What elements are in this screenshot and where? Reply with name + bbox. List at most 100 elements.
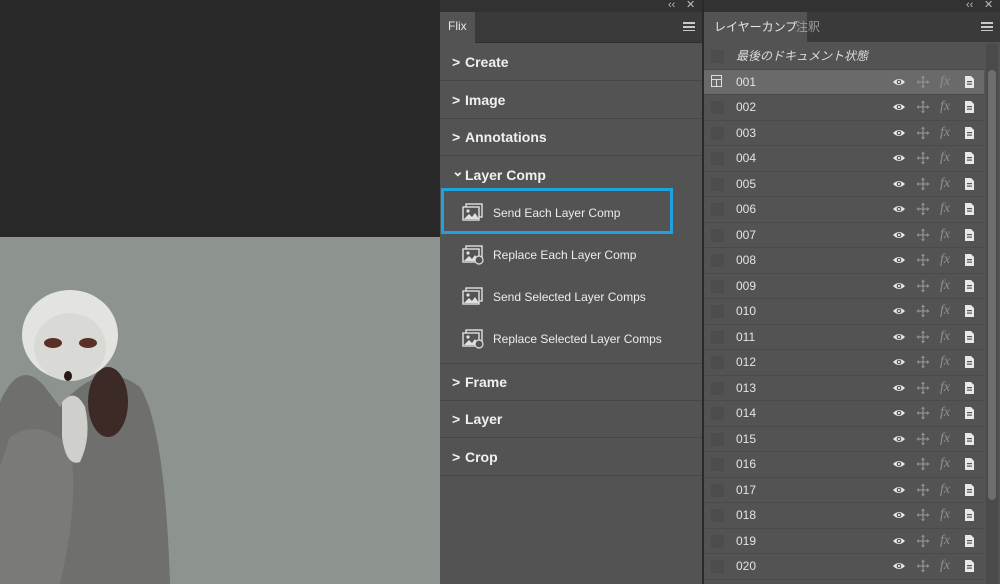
fx-icon[interactable]: fx xyxy=(940,456,954,471)
apply-checkbox[interactable] xyxy=(711,458,724,471)
layer-comp-row[interactable]: 012 fx xyxy=(704,350,984,376)
appearance-icon[interactable] xyxy=(962,177,976,191)
layer-comp-row[interactable]: 007 fx xyxy=(704,223,984,248)
eye-icon[interactable] xyxy=(892,534,906,548)
apply-checkbox[interactable] xyxy=(711,101,724,114)
layer-comp-row[interactable]: 017 fx xyxy=(704,478,984,503)
appearance-icon[interactable] xyxy=(962,304,976,318)
move-icon[interactable] xyxy=(916,304,930,318)
eye-icon[interactable] xyxy=(892,253,906,267)
section-frame[interactable]: > Frame xyxy=(440,363,702,401)
appearance-icon[interactable] xyxy=(962,100,976,114)
eye-icon[interactable] xyxy=(892,559,906,573)
apply-checkbox[interactable] xyxy=(711,177,724,191)
fx-icon[interactable]: fx xyxy=(940,558,954,573)
appearance-icon[interactable] xyxy=(962,508,976,522)
layer-comp-row[interactable]: 015 fx xyxy=(704,427,984,452)
appearance-icon[interactable] xyxy=(962,279,976,293)
apply-checkbox[interactable] xyxy=(711,483,724,497)
eye-icon[interactable] xyxy=(892,406,906,420)
eye-icon[interactable] xyxy=(892,432,906,446)
eye-icon[interactable] xyxy=(892,483,906,497)
eye-icon[interactable] xyxy=(892,100,906,114)
apply-checkbox[interactable] xyxy=(711,305,724,318)
apply-checkbox[interactable] xyxy=(711,381,724,395)
move-icon[interactable] xyxy=(916,432,930,446)
tab-flix[interactable]: Flix xyxy=(440,12,475,43)
appearance-icon[interactable] xyxy=(962,457,976,471)
section-create[interactable]: > Create xyxy=(440,44,702,81)
move-icon[interactable] xyxy=(916,100,930,114)
layer-comp-row[interactable]: 006 fx xyxy=(704,197,984,223)
layer-comp-row[interactable]: 019 fx xyxy=(704,529,984,554)
apply-checkbox[interactable] xyxy=(711,509,724,522)
section-image[interactable]: > Image xyxy=(440,82,702,119)
appearance-icon[interactable] xyxy=(962,330,976,344)
eye-icon[interactable] xyxy=(892,330,906,344)
appearance-icon[interactable] xyxy=(962,126,976,140)
appearance-icon[interactable] xyxy=(962,432,976,446)
layer-comp-row[interactable]: 004 fx xyxy=(704,146,984,172)
close-panel-icon[interactable]: ✕ xyxy=(984,0,993,12)
layer-comp-row[interactable]: 003 fx xyxy=(704,121,984,146)
appearance-icon[interactable] xyxy=(962,483,976,497)
fx-icon[interactable]: fx xyxy=(940,303,954,318)
layer-comp-row[interactable]: 001 fx xyxy=(704,69,984,95)
appearance-icon[interactable] xyxy=(962,406,976,420)
fx-icon[interactable]: fx xyxy=(940,431,954,446)
panel-menu-icon[interactable] xyxy=(683,22,695,31)
tab-notes[interactable]: 注釈 xyxy=(786,12,830,42)
move-icon[interactable] xyxy=(916,534,930,548)
section-crop[interactable]: > Crop xyxy=(440,439,702,476)
eye-icon[interactable] xyxy=(892,279,906,293)
appearance-icon[interactable] xyxy=(962,559,976,573)
layer-comp-row[interactable]: 014 fx xyxy=(704,401,984,427)
eye-icon[interactable] xyxy=(892,457,906,471)
move-icon[interactable] xyxy=(916,75,930,89)
eye-icon[interactable] xyxy=(892,355,906,369)
layer-comp-row[interactable]: 020 fx xyxy=(704,554,984,580)
fx-icon[interactable]: fx xyxy=(940,533,954,548)
fx-icon[interactable]: fx xyxy=(940,482,954,497)
layer-comp-row[interactable]: 013 fx xyxy=(704,376,984,401)
eye-icon[interactable] xyxy=(892,151,906,165)
eye-icon[interactable] xyxy=(892,381,906,395)
apply-checkbox[interactable] xyxy=(711,254,724,267)
apply-checkbox[interactable] xyxy=(711,126,724,140)
move-icon[interactable] xyxy=(916,483,930,497)
move-icon[interactable] xyxy=(916,508,930,522)
appearance-icon[interactable] xyxy=(962,228,976,242)
section-layer[interactable]: > Layer xyxy=(440,401,702,438)
fx-icon[interactable]: fx xyxy=(940,278,954,293)
panel-menu-icon[interactable] xyxy=(981,22,993,31)
last-document-state-row[interactable]: 最後のドキュメント状態 xyxy=(704,44,984,70)
fx-icon[interactable]: fx xyxy=(940,176,954,191)
fx-icon[interactable]: fx xyxy=(940,201,954,216)
eye-icon[interactable] xyxy=(892,304,906,318)
apply-checkbox[interactable] xyxy=(711,534,724,548)
fx-icon[interactable]: fx xyxy=(940,227,954,242)
move-icon[interactable] xyxy=(916,177,930,191)
move-icon[interactable] xyxy=(916,228,930,242)
document-state-marker-icon[interactable] xyxy=(711,74,722,87)
fx-icon[interactable]: fx xyxy=(940,252,954,267)
close-panel-icon[interactable]: ✕ xyxy=(686,0,695,12)
move-icon[interactable] xyxy=(916,559,930,573)
scrollbar-thumb[interactable] xyxy=(988,70,996,500)
apply-checkbox[interactable] xyxy=(711,432,724,446)
layer-comp-row[interactable]: 016 fx xyxy=(704,452,984,478)
move-icon[interactable] xyxy=(916,126,930,140)
eye-icon[interactable] xyxy=(892,177,906,191)
scrollbar[interactable] xyxy=(986,44,998,584)
replace-each-layer-comp-button[interactable]: Replace Each Layer Comp xyxy=(440,235,702,275)
apply-checkbox[interactable] xyxy=(711,560,724,573)
fx-icon[interactable]: fx xyxy=(940,125,954,140)
fx-icon[interactable]: fx xyxy=(940,74,954,89)
fx-icon[interactable]: fx xyxy=(940,329,954,344)
layer-comp-row[interactable]: 009 fx xyxy=(704,274,984,299)
appearance-icon[interactable] xyxy=(962,202,976,216)
apply-checkbox[interactable] xyxy=(711,407,724,420)
apply-checkbox[interactable] xyxy=(711,356,724,369)
appearance-icon[interactable] xyxy=(962,253,976,267)
fx-icon[interactable]: fx xyxy=(940,405,954,420)
